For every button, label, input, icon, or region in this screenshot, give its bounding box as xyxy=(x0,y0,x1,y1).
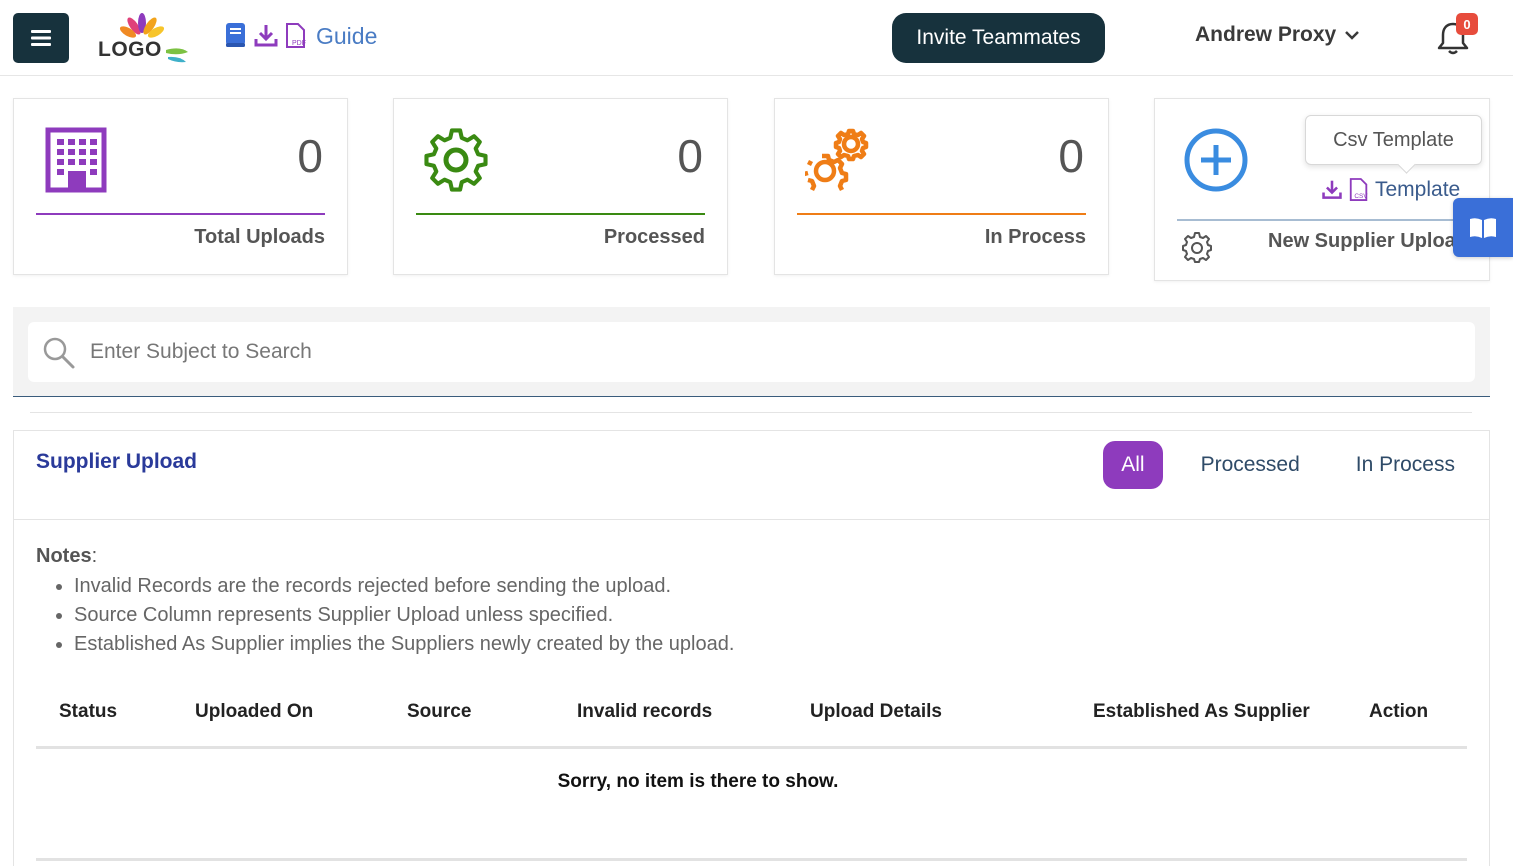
card-divider xyxy=(797,213,1086,215)
gears-icon xyxy=(805,128,869,192)
side-guide-button[interactable] xyxy=(1453,198,1513,257)
top-header: LOGO PDF Guide Invite Teammates Andrew P… xyxy=(0,0,1513,76)
chevron-down-icon xyxy=(1345,31,1360,40)
user-menu[interactable]: Andrew Proxy xyxy=(1195,23,1360,47)
empty-table-message: Sorry, no item is there to show. xyxy=(557,771,839,792)
search-icon xyxy=(43,337,75,369)
column-action[interactable]: Action xyxy=(1369,701,1428,723)
column-source[interactable]: Source xyxy=(407,701,471,723)
notes-title: Notes: xyxy=(36,545,98,567)
divider xyxy=(30,412,1472,413)
search-box[interactable] xyxy=(28,322,1475,382)
template-label: Template xyxy=(1375,178,1461,201)
total-uploads-count: 0 xyxy=(297,130,323,182)
tab-processed[interactable]: Processed xyxy=(1173,441,1328,489)
table-footer-line xyxy=(36,858,1467,861)
book-icon xyxy=(226,23,245,47)
column-uploaded-on[interactable]: Uploaded On xyxy=(195,701,313,723)
search-panel xyxy=(13,307,1490,397)
hamburger-menu-button[interactable] xyxy=(13,13,69,63)
svg-text:PDF: PDF xyxy=(292,40,306,47)
settings-gear-icon[interactable] xyxy=(1181,231,1213,263)
open-book-icon xyxy=(1470,217,1496,238)
csv-template-download[interactable]: CSV Template xyxy=(1321,177,1460,203)
csv-file-icon: CSV xyxy=(1349,178,1368,201)
notification-count-badge: 0 xyxy=(1456,13,1478,35)
invite-teammates-button[interactable]: Invite Teammates xyxy=(892,13,1105,63)
processed-label: Processed xyxy=(603,226,705,248)
note-item: Invalid Records are the records rejected… xyxy=(74,572,734,601)
notes-section: Notes: Invalid Records are the records r… xyxy=(36,545,734,659)
card-divider xyxy=(1177,219,1489,221)
guide-link[interactable]: PDF Guide xyxy=(224,22,377,50)
building-icon xyxy=(45,127,107,193)
tab-in-process[interactable]: In Process xyxy=(1328,441,1471,489)
csv-template-tooltip: Csv Template xyxy=(1305,115,1482,165)
column-established-as-supplier[interactable]: Established As Supplier xyxy=(1093,701,1310,723)
menu-icon xyxy=(31,30,51,46)
total-uploads-card: 0 Total Uploads xyxy=(13,98,348,275)
download-icon xyxy=(254,25,278,47)
gear-icon xyxy=(424,128,488,192)
notes-list: Invalid Records are the records rejected… xyxy=(74,572,734,659)
filter-tabs: All Processed In Process xyxy=(1103,441,1471,489)
total-uploads-label: Total Uploads xyxy=(194,226,325,248)
supplier-upload-panel: Supplier Upload All Processed In Process… xyxy=(13,430,1490,866)
guide-label: Guide xyxy=(316,22,378,49)
logo-text: LOGO xyxy=(98,38,162,61)
processed-card: 0 Processed xyxy=(393,98,728,275)
note-item: Source Column represents Supplier Upload… xyxy=(74,601,734,630)
in-process-count: 0 xyxy=(1058,130,1084,182)
new-supplier-upload-label: New Supplier Upload xyxy=(1268,230,1469,252)
svg-text:CSV: CSV xyxy=(1354,193,1368,200)
pdf-file-icon: PDF xyxy=(286,23,306,48)
plus-circle-icon[interactable] xyxy=(1183,127,1249,193)
in-process-label: In Process xyxy=(984,226,1086,248)
processed-count: 0 xyxy=(677,130,703,182)
download-icon xyxy=(1322,180,1342,199)
column-invalid-records[interactable]: Invalid records xyxy=(577,701,712,723)
note-item: Established As Supplier implies the Supp… xyxy=(74,630,734,659)
column-status[interactable]: Status xyxy=(59,701,117,723)
card-divider xyxy=(416,213,705,215)
company-logo[interactable]: LOGO xyxy=(96,12,192,64)
in-process-card: 0 In Process xyxy=(774,98,1109,275)
panel-title: Supplier Upload xyxy=(36,450,198,473)
table-header: Status Uploaded On Source Invalid record… xyxy=(36,697,1467,749)
tab-all[interactable]: All xyxy=(1103,441,1163,489)
user-name: Andrew Proxy xyxy=(1195,23,1337,46)
card-divider xyxy=(36,213,325,215)
column-upload-details[interactable]: Upload Details xyxy=(810,701,942,723)
divider xyxy=(14,519,1489,520)
search-input[interactable] xyxy=(90,332,1450,372)
